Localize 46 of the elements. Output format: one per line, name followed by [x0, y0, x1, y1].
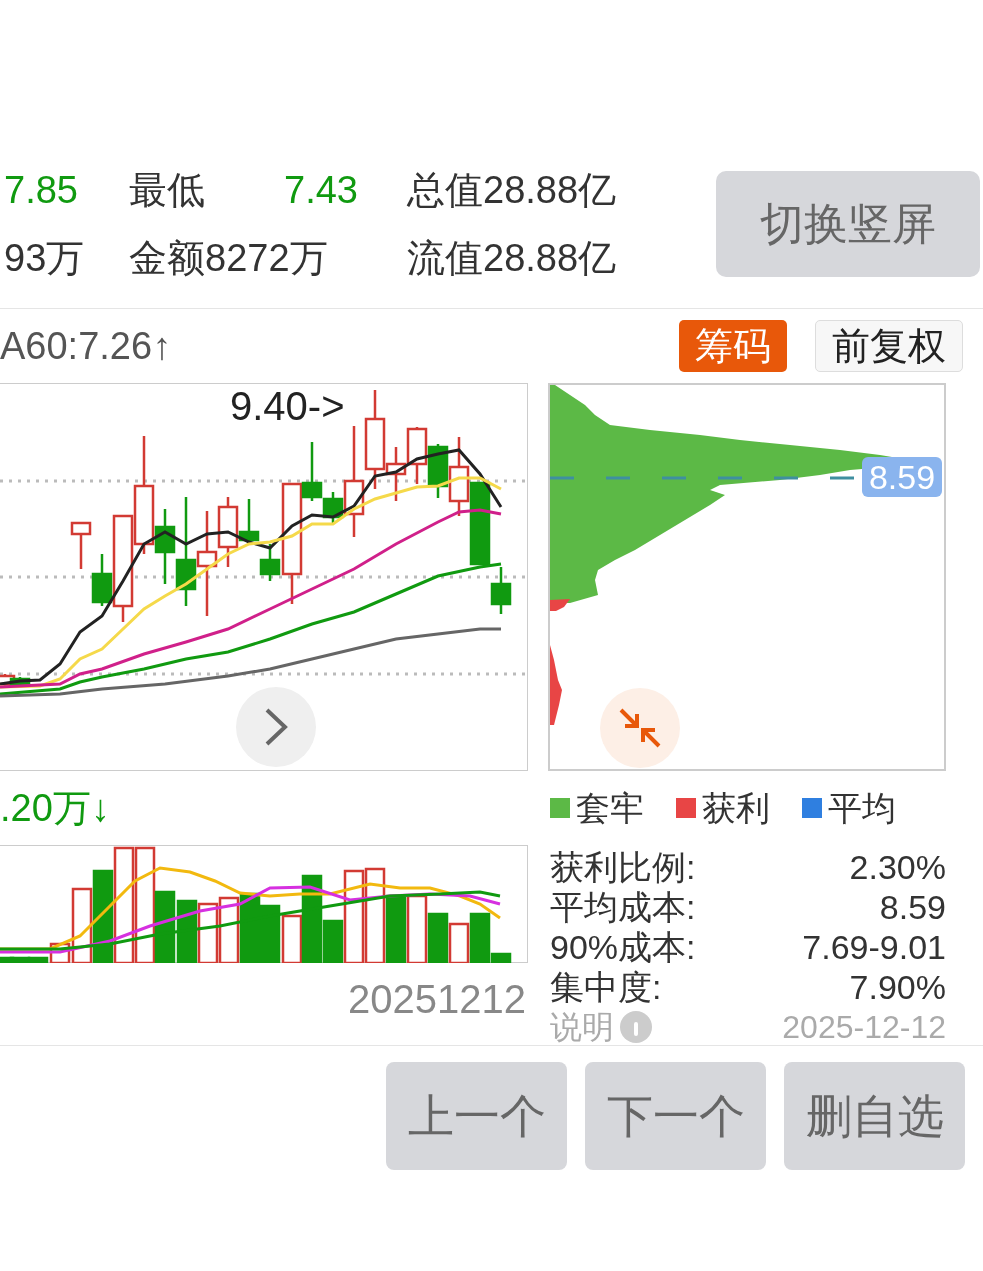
stat-value: 2.30%	[849, 850, 946, 884]
candle	[9, 677, 31, 686]
ma-label: A60:7.26↑	[0, 327, 173, 365]
volume-bar	[239, 892, 261, 963]
quote-text: 7.43	[284, 171, 358, 209]
candle	[406, 427, 428, 484]
volume-bar	[218, 896, 240, 963]
switch-orientation-button[interactable]: 切换竖屏	[716, 171, 980, 277]
stat-label: 平均成本:	[550, 890, 696, 924]
legend-label: 平均	[828, 791, 896, 825]
volume-bar	[448, 922, 470, 963]
stat-value: 7.90%	[849, 970, 946, 1004]
stat-value: 7.69-9.01	[802, 930, 946, 964]
volume-bar	[259, 904, 281, 963]
legend-label: 套牢	[576, 791, 644, 825]
chevron-right-icon	[264, 707, 288, 747]
volume-bar	[406, 894, 428, 963]
volume-label: .20万↓	[0, 789, 110, 827]
note-date: 2025-12-12	[782, 1011, 946, 1043]
volume-bar	[427, 912, 449, 963]
quote-text: 金额8272万	[129, 239, 328, 277]
action-button[interactable]: 删自选	[784, 1062, 965, 1170]
candle	[70, 521, 92, 569]
action-button[interactable]: 下一个	[585, 1062, 766, 1170]
volume-bar	[197, 902, 219, 963]
stat-label: 90%成本:	[550, 930, 696, 964]
chart-tab[interactable]: 筹码	[679, 320, 787, 372]
quote-text: 流值28.88亿	[407, 239, 617, 277]
quote-text: 最低	[129, 171, 205, 209]
volume-bar	[385, 894, 407, 963]
note-link[interactable]: 说明	[550, 1011, 614, 1043]
volume-bar	[176, 899, 198, 963]
legend-label: 获利	[702, 791, 770, 825]
collapse-arrows-icon	[619, 708, 661, 748]
quote-text: 7.85	[4, 171, 78, 209]
high-price-label: 9.40->	[230, 386, 345, 426]
chart-tab[interactable]: 前复权	[815, 320, 963, 372]
stat-label: 获利比例:	[550, 850, 696, 884]
quote-text: 93万	[4, 239, 85, 277]
average-cost-badge: 8.59	[862, 457, 942, 497]
quote-text: 总值28.88亿	[407, 171, 617, 209]
profit-chip-area	[550, 599, 570, 611]
date-label: 20251212	[348, 979, 526, 1019]
stat-label: 集中度:	[550, 970, 662, 1004]
action-button[interactable]: 上一个	[386, 1062, 567, 1170]
stat-value: 8.59	[879, 890, 946, 924]
